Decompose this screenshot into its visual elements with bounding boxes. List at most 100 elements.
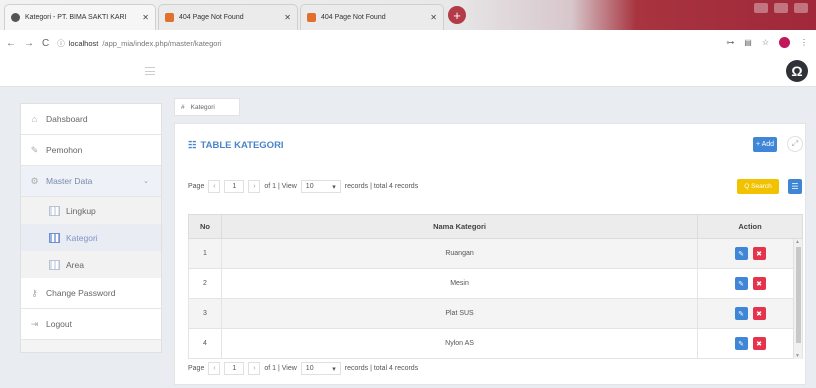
tab-title: 404 Page Not Found	[321, 14, 386, 21]
hamburger-menu-icon[interactable]	[145, 67, 155, 75]
sidebar-subitem-area[interactable]: Area	[21, 251, 161, 278]
caret-down-icon: ▾	[332, 183, 336, 191]
sidebar-item-pemohon[interactable]: ✎ Pemohon	[21, 135, 161, 166]
url-path: /app_mia/index.php/master/kategori	[102, 38, 222, 48]
delete-button[interactable]: ✖	[752, 247, 766, 260]
sidebar-item-change-password[interactable]: ⚷ Change Password	[21, 278, 161, 309]
reload-icon[interactable]: C	[42, 38, 49, 49]
page-input[interactable]: 1	[224, 180, 245, 193]
window-controls	[754, 3, 808, 13]
url-field[interactable]: ⓘ localhost/app_mia/index.php/master/kat…	[57, 38, 221, 49]
page-title-text: TABLE KATEGORI	[200, 140, 284, 151]
home-icon[interactable]: #	[181, 104, 185, 111]
table-icon	[49, 205, 60, 216]
columns-icon[interactable]: ☰	[788, 179, 802, 194]
tab-title: Kategori - PT. BIMA SAKTI KARI	[25, 14, 127, 21]
page-icon	[307, 13, 316, 22]
edit-button[interactable]: ✎	[734, 337, 748, 350]
cell-action: ✎ ✖	[697, 298, 803, 329]
sidebar-subitem-label: Lingkup	[66, 205, 96, 216]
settings-icon: ⚙	[30, 175, 39, 186]
prev-page-button[interactable]: ‹	[208, 180, 221, 193]
browser-tab-strip: Kategori - PT. BIMA SAKTI KARI ✕ 404 Pag…	[0, 0, 816, 30]
sidebar-subitem-label: Area	[66, 259, 84, 270]
close-window-button[interactable]	[794, 3, 808, 13]
browser-tab-active[interactable]: Kategori - PT. BIMA SAKTI KARI ✕	[4, 4, 156, 30]
avatar[interactable]: Ω	[786, 60, 808, 82]
minimize-button[interactable]	[754, 3, 768, 13]
home-icon: ⌂	[31, 114, 38, 124]
kategori-table: No Nama Kategori Action 1 Ruangan ✎ ✖ 2 M…	[188, 214, 803, 359]
next-page-button[interactable]: ›	[248, 180, 261, 193]
browser-tab[interactable]: 404 Page Not Found ✕	[158, 4, 298, 30]
sidebar-item-label: Pemohon	[46, 145, 83, 155]
sidebar-item-dashboard[interactable]: ⌂ Dahsboard	[21, 104, 161, 135]
sidebar-item-logout[interactable]: ⇥ Logout	[21, 309, 161, 340]
new-tab-button[interactable]: +	[448, 6, 466, 24]
table-row[interactable]: 2 Mesin ✎ ✖	[188, 268, 803, 299]
edit-button[interactable]: ✎	[734, 307, 748, 320]
close-icon[interactable]: ✕	[430, 13, 437, 22]
column-header-nama-kategori[interactable]: Nama Kategori	[220, 214, 699, 239]
scroll-thumb[interactable]	[796, 247, 801, 343]
browser-tab[interactable]: 404 Page Not Found ✕	[300, 4, 444, 30]
search-button[interactable]: Q Search	[737, 179, 779, 194]
sidebar-item-master-data[interactable]: ⚙ Master Data ⌄	[21, 166, 161, 197]
pencil-icon: ✎	[30, 144, 39, 155]
pager-top: Page ‹ 1 › of 1 | View 10 ▾ records | tot…	[188, 180, 418, 193]
edit-button[interactable]: ✎	[734, 247, 748, 260]
scroll-down-icon[interactable]: ▼	[795, 353, 800, 359]
sidebar-item-label: Dahsboard	[46, 114, 88, 124]
of-label: of 1 | View	[264, 365, 297, 372]
column-header-no[interactable]: No	[188, 214, 222, 239]
view-select[interactable]: 10 ▾	[300, 180, 341, 193]
page-input[interactable]: 1	[224, 362, 245, 375]
table-scrollbar[interactable]: ▲ ▼	[793, 239, 802, 359]
delete-button[interactable]: ✖	[752, 307, 766, 320]
cell-action: ✎ ✖	[697, 268, 803, 299]
cell-no: 2	[188, 268, 222, 299]
sidebar: ⌂ Dahsboard ✎ Pemohon ⚙ Master Data ⌄ Li…	[20, 103, 162, 353]
extension-icon[interactable]	[779, 37, 790, 48]
cell-no: 1	[188, 238, 222, 269]
cell-name: Ruangan	[220, 238, 699, 269]
delete-button[interactable]: ✖	[752, 337, 766, 350]
table-header-row: No Nama Kategori Action	[188, 214, 803, 239]
sidebar-subitem-label: Kategori	[66, 232, 98, 243]
add-button[interactable]: + Add	[753, 137, 777, 152]
address-bar: ← → C ⓘ localhost/app_mia/index.php/mast…	[0, 30, 816, 56]
breadcrumb: # Kategori	[174, 98, 240, 116]
view-select[interactable]: 10 ▾	[300, 362, 341, 375]
next-page-button[interactable]: ›	[248, 362, 261, 375]
table-row[interactable]: 3 Plat SUS ✎ ✖	[188, 298, 803, 329]
sidebar-subitem-kategori[interactable]: Kategori	[21, 224, 161, 251]
star-icon[interactable]: ☆	[762, 38, 769, 47]
cell-no: 3	[188, 298, 222, 329]
expand-icon[interactable]: ⤢	[787, 136, 803, 152]
delete-button[interactable]: ✖	[752, 277, 766, 290]
forward-icon[interactable]: →	[24, 38, 34, 49]
reader-icon[interactable]: ▤	[744, 38, 752, 47]
close-icon[interactable]: ✕	[284, 13, 291, 22]
cell-name: Plat SUS	[220, 298, 699, 329]
pager-bottom: Page ‹ 1 › of 1 | View 10 ▾ records | tot…	[188, 362, 418, 375]
close-icon[interactable]: ✕	[142, 13, 149, 22]
cell-action: ✎ ✖	[697, 238, 803, 269]
menu-icon[interactable]: ⋮	[800, 38, 808, 47]
edit-button[interactable]: ✎	[734, 277, 748, 290]
column-header-action: Action	[697, 214, 803, 239]
maximize-button[interactable]	[774, 3, 788, 13]
table-row[interactable]: 4 Nylon AS ✎ ✖	[188, 328, 803, 359]
cell-action: ✎ ✖	[697, 328, 803, 359]
scroll-up-icon[interactable]: ▲	[795, 239, 800, 245]
sidebar-subitem-lingkup[interactable]: Lingkup	[21, 197, 161, 224]
table-row[interactable]: 1 Ruangan ✎ ✖	[188, 238, 803, 269]
url-host: localhost	[68, 38, 99, 48]
back-icon[interactable]: ←	[6, 38, 16, 49]
prev-page-button[interactable]: ‹	[208, 362, 221, 375]
tab-title: 404 Page Not Found	[179, 14, 244, 21]
page-label: Page	[188, 183, 205, 190]
content-panel: ☷ TABLE KATEGORI + Add ⤢ Page ‹ 1 › of 1…	[174, 123, 806, 385]
view-select-value: 10	[305, 365, 314, 372]
key-icon[interactable]: ⊶	[726, 38, 734, 47]
